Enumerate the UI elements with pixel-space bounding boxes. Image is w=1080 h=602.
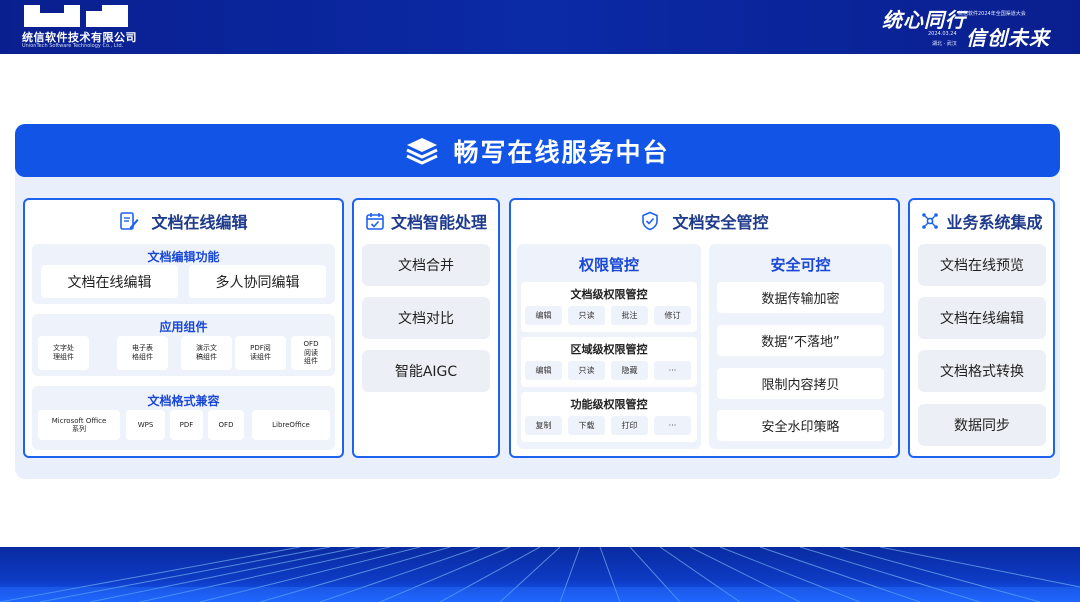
component-chip: 文字处 理组件 [38,336,89,370]
group-title: 应用组件 [159,320,208,334]
component-chip: OFD 阅读 组件 [291,336,331,370]
component-chip: PDF阅 读组件 [235,336,286,370]
security-item: 限制内容拷贝 [717,368,884,399]
column-title: 业务系统集成 [946,213,1043,232]
group-components: 应用组件 文字处 理组件 电子表 格组件 演示文 稿组件 PDF阅 读组件 OF… [32,314,335,376]
component-chip: 电子表 格组件 [117,336,168,370]
permission-chip: 编辑 [525,361,562,380]
column-header: 文档在线编辑 [25,208,342,234]
light-streaks-decoration [0,547,1080,602]
permission-chip: 批注 [611,306,648,325]
slogan-line2: 信创未来 [966,26,1050,50]
edit-document-icon [120,212,139,230]
format-chip: Microsoft Office 系列 [38,410,120,440]
feature-chip: 多人协同编辑 [189,265,326,298]
component-chip: 演示文 稿组件 [181,336,232,370]
column-title: 文档在线编辑 [151,213,248,232]
permission-group: 功能级权限管控 复制 下载 打印 ··· [521,392,697,442]
permission-chip: 编辑 [525,306,562,325]
controllable-panel: 安全可控 数据传输加密 数据“不落地” 限制内容拷贝 安全水印策略 [709,244,892,449]
permission-chip: 下载 [568,416,605,435]
platform-title: 畅写在线服务中台 [453,137,670,167]
subpanel-title: 安全可控 [770,256,831,274]
permission-chip: ··· [654,361,691,380]
architecture-diagram: 畅写在线服务中台 文档在线编辑 文档编辑功能 文档在线编辑 多人协同编辑 应用组… [15,124,1060,479]
logo-mark-icon [24,5,128,27]
integration-item-card: 数据同步 [918,404,1046,446]
column-system-integration: 业务系统集成 文档在线预览 文档在线编辑 文档格式转换 数据同步 [908,198,1055,458]
slogan: 统心同行 统信软件2024年全国渠道大会 2024.03.24 湖北 · 武汉 … [882,4,1062,50]
network-icon [922,213,939,229]
platform-banner: 畅写在线服务中台 [15,124,1060,177]
column-title: 文档安全管控 [672,213,769,232]
shield-check-icon [642,211,659,231]
permission-group: 区域级权限管控 编辑 只读 隐藏 ··· [521,337,697,387]
permission-group-title: 区域级权限管控 [570,343,648,356]
slogan-line1: 统心同行 [882,8,966,32]
permission-chip: 复制 [525,416,562,435]
feature-chip: 文档在线编辑 [41,265,178,298]
calendar-check-icon [366,213,384,230]
column-header: 文档智能处理 [354,208,498,234]
slide: 统信软件技术有限公司 UnionTech Software Technology… [0,0,1080,602]
group-title: 文档格式兼容 [147,394,220,408]
ai-item-card: 文档对比 [362,297,490,339]
group-edit-features: 文档编辑功能 文档在线编辑 多人协同编辑 [32,244,335,304]
integration-item-card: 文档格式转换 [918,350,1046,392]
column-header: 业务系统集成 [910,208,1053,234]
security-item: 数据“不落地” [717,325,884,356]
permission-chip: ··· [654,416,691,435]
format-chip: PDF [170,410,203,440]
format-chip: WPS [126,410,165,440]
permission-panel: 权限管控 文档级权限管控 编辑 只读 批注 修订 区域级权限管控 编辑 只读 隐… [517,244,701,449]
ai-item-card: 文档合并 [362,244,490,286]
format-chip: LibreOffice [252,410,330,440]
integration-item-card: 文档在线预览 [918,244,1046,286]
column-header: 文档安全管控 [511,208,898,234]
conference-city: 湖北 · 武汉 [932,41,957,47]
permission-group-title: 文档级权限管控 [570,288,648,301]
column-intelligent-processing: 文档智能处理 文档合并 文档对比 智能AIGC [352,198,500,458]
header-bar: 统信软件技术有限公司 UnionTech Software Technology… [0,0,1080,54]
conference-date: 2024.03.24 [928,31,957,37]
security-item: 安全水印策略 [717,410,884,441]
permission-group: 文档级权限管控 编辑 只读 批注 修订 [521,282,697,332]
column-title: 文档智能处理 [390,213,487,232]
layers-icon [406,137,439,164]
permission-chip: 打印 [611,416,648,435]
security-item: 数据传输加密 [717,282,884,313]
company-logo: 统信软件技术有限公司 UnionTech Software Technology… [22,5,142,49]
column-online-editing: 文档在线编辑 文档编辑功能 文档在线编辑 多人协同编辑 应用组件 文字处 理组件… [23,198,344,458]
permission-chip: 隐藏 [611,361,648,380]
permission-group-title: 功能级权限管控 [570,398,648,411]
format-chip: OFD [208,410,244,440]
group-formats: 文档格式兼容 Microsoft Office 系列 WPS PDF OFD L… [32,386,335,450]
company-name-en: UnionTech Software Technology Co., Ltd. [22,43,124,49]
permission-chip: 只读 [568,306,605,325]
permission-chip: 只读 [568,361,605,380]
ai-item-card: 智能AIGC [362,350,490,392]
permission-chip: 修订 [654,306,691,325]
column-security-control: 文档安全管控 权限管控 文档级权限管控 编辑 只读 批注 修订 区域级权限管控 … [509,198,900,458]
footer-decoration [0,547,1080,602]
conference-name: 统信软件2024年全国渠道大会 [958,11,1026,17]
integration-item-card: 文档在线编辑 [918,297,1046,339]
group-title: 文档编辑功能 [147,250,220,264]
subpanel-title: 权限管控 [578,256,639,274]
